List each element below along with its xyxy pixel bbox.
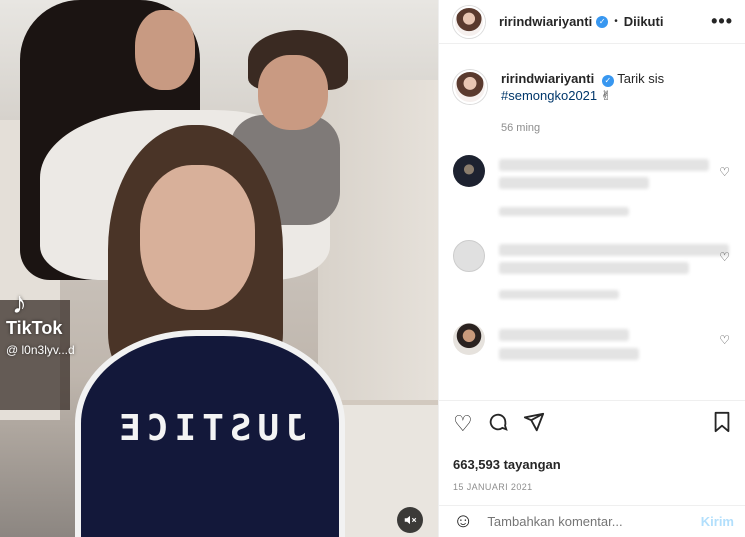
verified-icon: ✓ <box>601 74 614 87</box>
caption-text: Tarik sis <box>617 71 665 86</box>
shirt-print: JUSTICE <box>113 408 307 449</box>
caption: ririndwiariyanti ✓ Tarik sis #semongko20… <box>453 70 738 104</box>
avatar[interactable] <box>453 5 485 38</box>
blurred-comment-text <box>499 177 649 189</box>
caption-body: ririndwiariyanti ✓ Tarik sis #semongko20… <box>501 70 664 104</box>
blurred-comment-text <box>499 244 729 256</box>
verified-icon: ✓ <box>596 15 609 28</box>
view-count[interactable]: 663,593 tayangan <box>453 457 732 472</box>
blurred-comment-text <box>499 262 689 274</box>
comment-avatar[interactable] <box>453 323 485 355</box>
blurred-comment-meta <box>499 207 629 216</box>
emoji-icon[interactable]: ☺ <box>453 510 473 533</box>
woman-face <box>135 10 195 90</box>
blurred-comment-meta <box>499 290 619 299</box>
girl-face <box>140 165 255 310</box>
tiktok-name: TikTok <box>6 318 63 338</box>
heart-icon[interactable]: ♡ <box>453 413 473 435</box>
heart-icon[interactable]: ♡ <box>719 250 730 264</box>
boy-face <box>258 55 328 130</box>
caption-username[interactable]: ririndwiariyanti <box>501 71 594 86</box>
heart-icon[interactable]: ♡ <box>719 333 730 347</box>
comment-input[interactable] <box>487 514 668 529</box>
username[interactable]: ririndwiariyanti <box>499 14 592 29</box>
caption-time: 56 ming <box>501 122 541 134</box>
video-player[interactable]: JUSTICE ♪ TikTok @ l0n3lyv...d <box>0 0 438 537</box>
comment-item: ♡ <box>453 240 738 310</box>
more-icon[interactable]: ••• <box>711 11 733 32</box>
comment-icon[interactable] <box>487 411 509 437</box>
separator-dot: • <box>614 16 618 27</box>
post-panel: ririndwiariyanti ✓ • Diikuti ••• ririndw… <box>438 0 745 537</box>
share-icon[interactable] <box>523 411 545 437</box>
tiktok-logo-icon: ♪ <box>12 287 27 320</box>
volume-mute-icon[interactable] <box>397 507 423 533</box>
caption-avatar[interactable] <box>453 70 487 104</box>
post-header: ririndwiariyanti ✓ • Diikuti ••• <box>439 0 745 44</box>
caption-hashtag[interactable]: #semongko2021 <box>501 88 597 103</box>
heart-icon[interactable]: ♡ <box>719 165 730 179</box>
comment-avatar[interactable] <box>453 155 485 187</box>
comment-item: ♡ <box>453 155 738 225</box>
blurred-comment-text <box>499 329 629 341</box>
blurred-comment-text <box>499 159 709 171</box>
blurred-comment-text <box>499 348 639 360</box>
post-comment-button[interactable]: Kirim <box>701 514 734 529</box>
tiktok-handle: @ l0n3lyv...d <box>6 343 75 357</box>
comment-item: ♡ <box>453 323 738 383</box>
add-comment-bar: ☺ Kirim <box>439 505 745 537</box>
tiktok-watermark: ♪ TikTok @ l0n3lyv...d <box>6 287 75 358</box>
post-date: 15 JANUARI 2021 <box>453 482 533 492</box>
comment-avatar[interactable] <box>453 240 485 272</box>
bookmark-icon[interactable] <box>712 411 732 437</box>
peace-emoji: ✌ <box>600 88 612 103</box>
follow-status[interactable]: Diikuti <box>624 14 664 29</box>
post-actions: ♡ 663,593 tayangan 15 JANUARI 2021 <box>439 400 745 492</box>
